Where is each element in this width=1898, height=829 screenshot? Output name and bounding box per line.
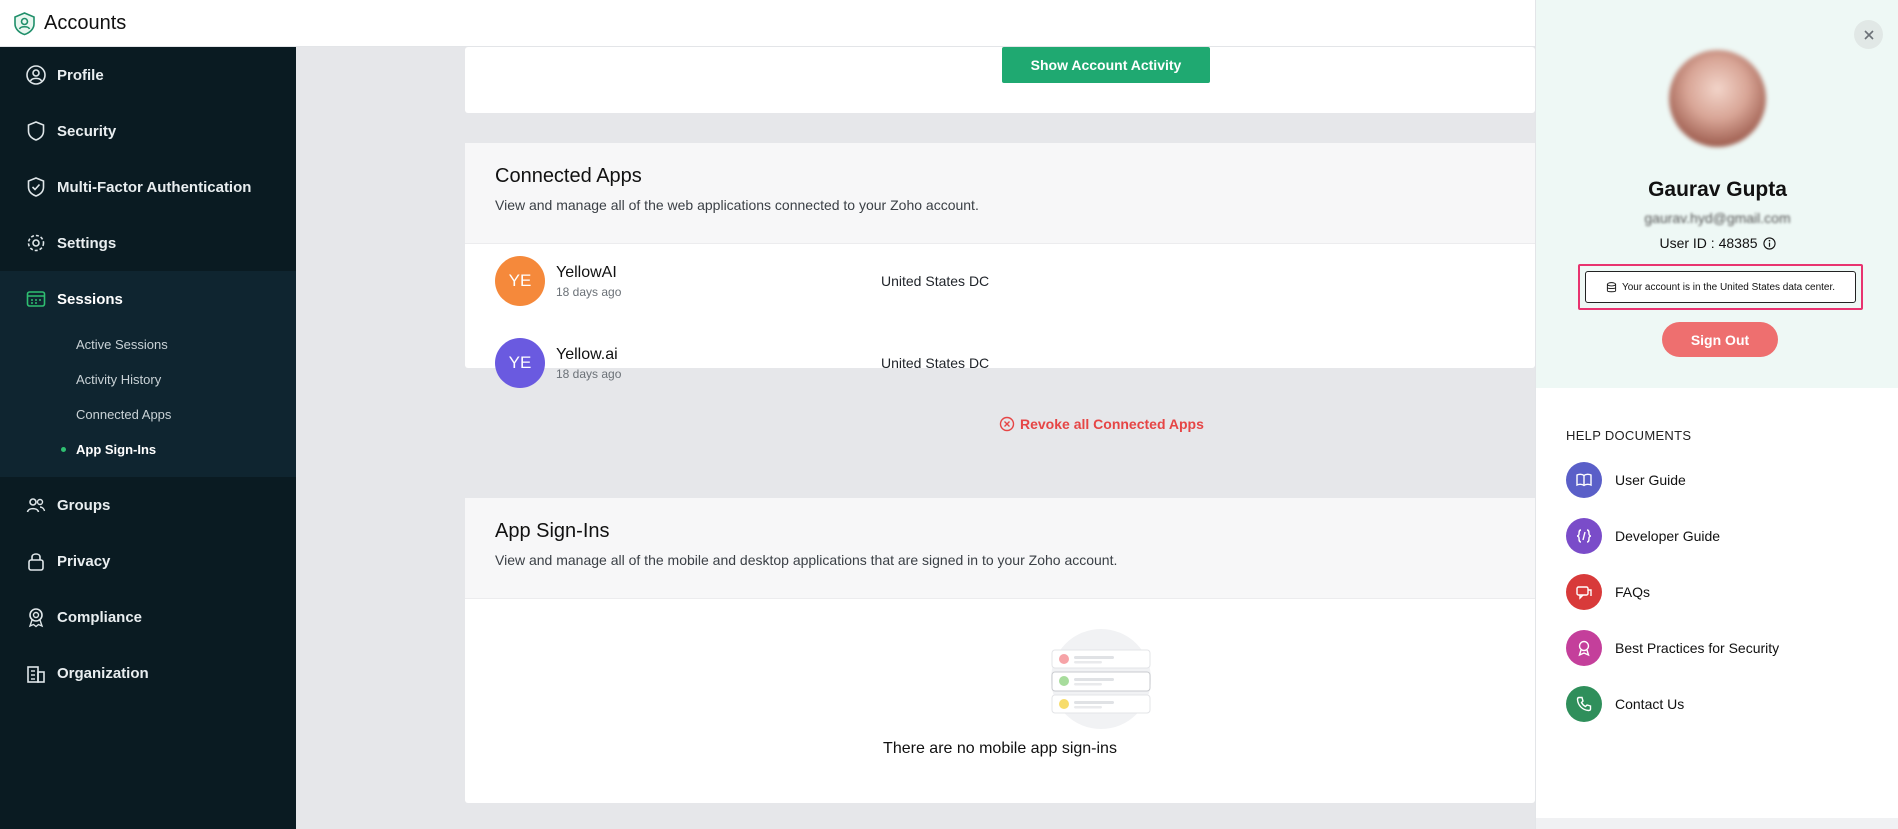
subnav-active-sessions[interactable]: Active Sessions bbox=[0, 327, 296, 362]
empty-state-message: There are no mobile app sign-ins bbox=[883, 740, 1117, 757]
panel-footer-strip bbox=[1536, 818, 1898, 829]
data-center-notice: Your account is in the United States dat… bbox=[1585, 271, 1856, 303]
sidebar-item-privacy[interactable]: Privacy bbox=[0, 533, 296, 589]
help-item-label: Developer Guide bbox=[1615, 528, 1721, 544]
avatar[interactable] bbox=[1669, 50, 1766, 147]
sidebar-item-mfa[interactable]: Multi-Factor Authentication bbox=[0, 159, 296, 215]
shield-icon bbox=[25, 120, 47, 142]
database-icon bbox=[1606, 281, 1617, 292]
app-sign-ins-card: App Sign-Ins View and manage all of the … bbox=[465, 498, 1535, 803]
sign-out-button[interactable]: Sign Out bbox=[1662, 322, 1778, 357]
app-data-center: United States DC bbox=[881, 355, 990, 371]
help-item-label: Best Practices for Security bbox=[1615, 640, 1780, 656]
app-info: YellowAI 18 days ago bbox=[556, 264, 881, 299]
profile-summary: Gaurav Gupta gaurav.hyd@gmail.com User I… bbox=[1536, 0, 1898, 388]
help-item-best-practices[interactable]: Best Practices for Security bbox=[1566, 630, 1779, 666]
close-circle-icon bbox=[999, 416, 1015, 432]
close-panel-button[interactable] bbox=[1854, 20, 1883, 49]
show-account-activity-button[interactable]: Show Account Activity bbox=[1002, 47, 1210, 83]
gear-icon bbox=[25, 232, 47, 254]
sessions-subnav: Active Sessions Activity History Connect… bbox=[0, 327, 296, 477]
sidebar-item-label: Groups bbox=[57, 496, 111, 514]
data-center-text: Your account is in the United States dat… bbox=[1621, 281, 1836, 293]
app-name: YellowAI bbox=[556, 263, 617, 281]
app-title: Accounts bbox=[44, 11, 127, 34]
users-icon bbox=[25, 494, 47, 516]
sidebar-item-sessions[interactable]: Sessions bbox=[0, 271, 296, 327]
sidebar-item-profile[interactable]: Profile bbox=[0, 47, 296, 103]
subnav-activity-history[interactable]: Activity History bbox=[0, 362, 296, 397]
empty-list-illustration bbox=[1050, 628, 1152, 730]
sidebar-item-label: Security bbox=[57, 122, 117, 140]
chat-icon bbox=[1566, 574, 1602, 610]
shield-check-icon bbox=[25, 176, 47, 198]
sidebar-item-security[interactable]: Security bbox=[0, 103, 296, 159]
book-icon bbox=[1566, 462, 1602, 498]
sidebar-item-organization[interactable]: Organization bbox=[0, 645, 296, 701]
connected-apps-card: Connected Apps View and manage all of th… bbox=[465, 143, 1535, 432]
sidebar-item-groups[interactable]: Groups bbox=[0, 477, 296, 533]
user-id-text: User ID : 48385 bbox=[1659, 235, 1758, 251]
help-item-label: User Guide bbox=[1615, 472, 1686, 488]
app-name: Yellow.ai bbox=[556, 345, 618, 363]
user-id: User ID : 48385 bbox=[1536, 235, 1898, 251]
connected-apps-title: Connected Apps bbox=[495, 165, 642, 187]
app-data-center: United States DC bbox=[881, 273, 990, 289]
user-circle-icon bbox=[25, 64, 47, 86]
help-item-user-guide[interactable]: User Guide bbox=[1566, 462, 1686, 498]
accounts-logo-icon[interactable] bbox=[12, 11, 37, 36]
app-avatar: YE bbox=[495, 256, 545, 306]
revoke-label: Revoke all Connected Apps bbox=[1020, 416, 1204, 432]
award-icon bbox=[1566, 630, 1602, 666]
user-name: Gaurav Gupta bbox=[1648, 178, 1787, 201]
sidebar-item-settings[interactable]: Settings bbox=[0, 215, 296, 271]
top-bar: Accounts bbox=[0, 0, 1535, 47]
account-activity-card: Show Account Activity bbox=[465, 47, 1535, 113]
help-item-label: Contact Us bbox=[1615, 696, 1685, 712]
app-time: 18 days ago bbox=[556, 366, 622, 381]
sidebar-item-label: Multi-Factor Authentication bbox=[57, 178, 252, 196]
sidebar-item-label: Profile bbox=[57, 66, 104, 84]
app-info: Yellow.ai 18 days ago bbox=[556, 346, 881, 381]
building-icon bbox=[25, 662, 47, 684]
sidebar-item-label: Settings bbox=[57, 234, 117, 252]
help-documents-heading: HELP DOCUMENTS bbox=[1566, 428, 1692, 443]
list-item[interactable]: YE Yellow.ai 18 days ago United States D… bbox=[495, 338, 1495, 388]
app-sign-ins-header: App Sign-Ins View and manage all of the … bbox=[465, 498, 1535, 599]
connected-apps-description: View and manage all of the web applicati… bbox=[495, 197, 979, 213]
profile-panel: Gaurav Gupta gaurav.hyd@gmail.com User I… bbox=[1535, 0, 1898, 829]
main-content[interactable]: Show Account Activity Connected Apps Vie… bbox=[296, 47, 1535, 829]
revoke-all-connected-apps-link[interactable]: Revoke all Connected Apps bbox=[999, 416, 1204, 432]
sidebar-item-label: Privacy bbox=[57, 552, 111, 570]
app-time: 18 days ago bbox=[556, 284, 622, 299]
app-sign-ins-description: View and manage all of the mobile and de… bbox=[495, 552, 1118, 568]
sessions-icon bbox=[25, 288, 47, 310]
sidebar-item-compliance[interactable]: Compliance bbox=[0, 589, 296, 645]
sidebar: Profile Security Multi-Factor Authentica… bbox=[0, 47, 296, 829]
user-email: gaurav.hyd@gmail.com bbox=[1644, 210, 1791, 226]
code-icon bbox=[1566, 518, 1602, 554]
help-item-developer-guide[interactable]: Developer Guide bbox=[1566, 518, 1720, 554]
subnav-app-sign-ins[interactable]: App Sign-Ins bbox=[0, 432, 296, 467]
connected-apps-header: Connected Apps View and manage all of th… bbox=[465, 143, 1535, 244]
app-avatar: YE bbox=[495, 338, 545, 388]
help-item-faqs[interactable]: FAQs bbox=[1566, 574, 1650, 610]
list-item[interactable]: YE YellowAI 18 days ago United States DC bbox=[495, 256, 1495, 306]
sidebar-item-label: Sessions bbox=[57, 290, 123, 308]
help-item-contact-us[interactable]: Contact Us bbox=[1566, 686, 1684, 722]
subnav-connected-apps[interactable]: Connected Apps bbox=[0, 397, 296, 432]
help-item-label: FAQs bbox=[1615, 584, 1651, 600]
sidebar-item-label: Organization bbox=[57, 664, 149, 682]
app-sign-ins-title: App Sign-Ins bbox=[495, 520, 610, 542]
info-icon bbox=[1762, 236, 1776, 250]
sidebar-item-label: Compliance bbox=[57, 608, 143, 626]
close-icon bbox=[1863, 29, 1874, 40]
phone-icon bbox=[1566, 686, 1602, 722]
lock-icon bbox=[25, 550, 47, 572]
data-center-highlight: Your account is in the United States dat… bbox=[1578, 264, 1863, 310]
badge-icon bbox=[25, 606, 47, 628]
sessions-group: Sessions Active Sessions Activity Histor… bbox=[0, 271, 296, 477]
